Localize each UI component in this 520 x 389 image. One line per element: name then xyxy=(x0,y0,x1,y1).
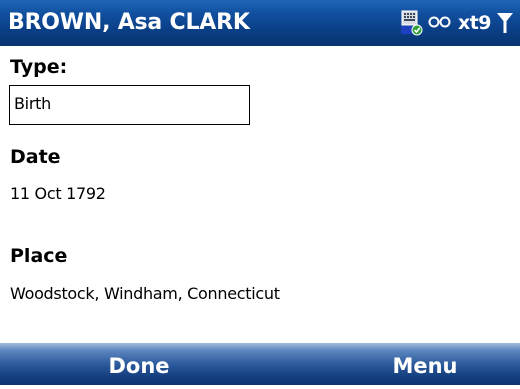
multipress-icon xyxy=(428,11,454,35)
title-bar: BROWN, Asa CLARK xt9 xyxy=(0,0,520,46)
menu-button[interactable]: Menu xyxy=(330,343,520,385)
signal-icon xyxy=(496,11,514,35)
input-mode-indicator: xt9 xyxy=(457,12,492,34)
done-button[interactable]: Done xyxy=(0,343,278,385)
keyboard-icon[interactable] xyxy=(400,10,426,36)
type-value: Birth xyxy=(14,94,51,113)
window-title: BROWN, Asa CLARK xyxy=(8,10,250,35)
type-label: Type: xyxy=(10,56,68,78)
place-label: Place xyxy=(10,245,68,267)
softkey-bar: Done Menu xyxy=(0,343,520,385)
place-value[interactable]: Woodstock, Windham, Connecticut xyxy=(10,282,280,306)
type-field[interactable]: Birth xyxy=(9,85,250,125)
event-detail-form: Type: Birth Date 11 Oct 1792 Place Woods… xyxy=(0,46,520,343)
date-value[interactable]: 11 Oct 1792 xyxy=(10,182,106,206)
date-label: Date xyxy=(10,146,61,168)
status-icons: xt9 xyxy=(400,7,514,39)
